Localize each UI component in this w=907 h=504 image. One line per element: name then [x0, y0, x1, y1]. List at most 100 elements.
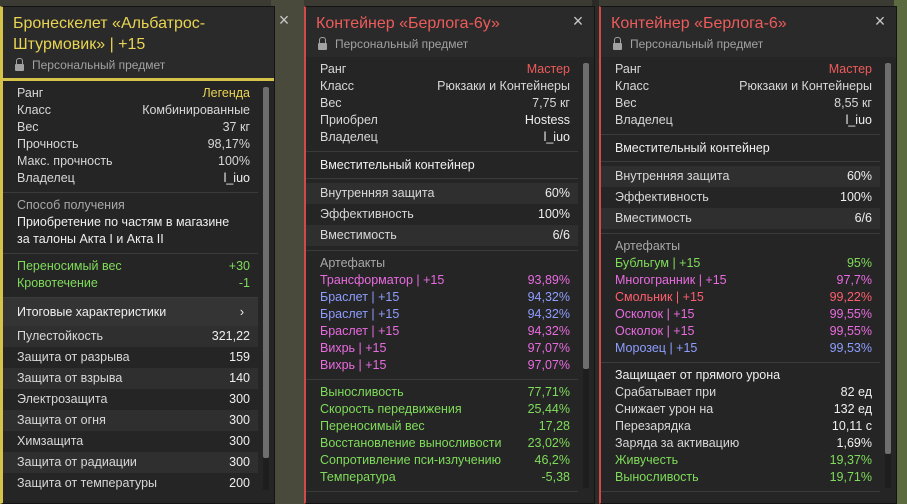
scroll-thumb[interactable] — [263, 87, 269, 458]
close-icon[interactable]: × — [872, 12, 888, 30]
artifact-row: Браслет | +15 94,32% — [306, 323, 578, 340]
container6-title: Контейнер «Берлога-6» — [611, 15, 787, 32]
stat-label: Защита от температуры — [17, 476, 158, 490]
protect-label: Заряда за активацию — [615, 436, 740, 450]
bonus-label: Выносливость — [320, 385, 404, 399]
container6u-info-section: Ранг Мастер Класс Рюкзаки и Контейнеры Вес 7,… — [306, 57, 578, 152]
container-value: 60% — [544, 186, 570, 200]
container-row: Эффективность 100% — [601, 187, 880, 208]
stat-row: Защита от разрыва 159 — [3, 347, 258, 368]
effect-value: -1 — [238, 276, 250, 290]
artifact-value: 99,22% — [829, 290, 872, 304]
info-label: Класс — [320, 79, 355, 93]
artifact-label: Бубльгум | +15 — [615, 256, 701, 270]
container6-scrollbar[interactable] — [885, 63, 891, 488]
bonus-row: Температура -5,38 — [306, 469, 578, 486]
stat-row: Защита от огня 300 — [3, 410, 258, 431]
info-label: Макс. прочность — [17, 154, 113, 168]
stat-label: Электрозащита — [17, 392, 108, 406]
info-row: Вес 7,75 кг — [306, 95, 578, 112]
lock-icon — [318, 36, 327, 50]
stat-label: Защита от радиации — [17, 455, 137, 469]
close-icon[interactable]: × — [570, 12, 586, 30]
container-value: 6/6 — [854, 211, 872, 225]
info-label: Вес — [320, 96, 342, 110]
info-value: Мастер — [526, 62, 570, 76]
container-label: Внутренняя защита — [615, 169, 730, 183]
effect-label: Переносимый вес — [17, 259, 122, 273]
info-label: Владелец — [320, 130, 378, 144]
lock-icon — [15, 57, 24, 71]
stat-row: Пулестойкость 321,22 — [3, 326, 258, 347]
effect-label: Кровотечение — [17, 276, 98, 290]
bonus-label: Температура — [320, 470, 396, 484]
container6u-scrollbar[interactable] — [583, 63, 589, 488]
stat-value: 159 — [229, 350, 250, 364]
artifact-value: 99,53% — [829, 341, 872, 355]
info-label: Прочность — [17, 137, 79, 151]
stat-value: 300 — [229, 413, 250, 427]
summary-characteristics-button[interactable]: Итоговые характеристики › — [3, 298, 258, 326]
protect-row: Срабатывает при 82 ед — [601, 384, 880, 401]
container6-header: Контейнер «Берлога-6» Персональный предм… — [601, 7, 896, 57]
bonus-row: Скорость передвижения 25,44% — [306, 401, 578, 418]
info-value: Мастер — [828, 62, 872, 76]
container-value: 100% — [840, 190, 872, 204]
stat-value: 200 — [229, 476, 250, 490]
close-icon[interactable]: × — [276, 11, 292, 29]
container6-artifacts: Артефакты Бубльгум | +15 95% Многогранник … — [601, 234, 880, 363]
armor-tooltip-panel: Бронескелет «Альбатрос-Штурмовик» | +15 … — [0, 6, 275, 504]
info-label: Вес — [615, 96, 637, 110]
info-value: 7,75 кг — [532, 96, 570, 110]
info-value: Рюкзаки и Контейнеры — [739, 79, 872, 93]
info-row: Ранг Мастер — [306, 61, 578, 78]
armor-info-section: Ранг Легенда Класс Комбинированные Вес 37 кг П… — [3, 81, 258, 193]
artifact-row: Многогранник | +15 97,7% — [601, 272, 880, 289]
artifact-row: Морозец | +15 99,53% — [601, 340, 880, 357]
personal-item-label: Персональный предмет — [316, 36, 568, 51]
stat-label: Защита от взрыва — [17, 371, 123, 385]
info-label: Владелец — [17, 171, 75, 185]
artifact-row: Браслет | +15 94,32% — [306, 306, 578, 323]
container6-tooltip-panel: Контейнер «Берлога-6» Персональный предм… — [599, 6, 897, 504]
info-row: Вес 8,55 кг — [601, 95, 880, 112]
info-row: Прочность 98,17% — [3, 136, 258, 153]
protect-label: Снижает урон на — [615, 402, 714, 416]
bonus-label: Сопротивление пси-излучению — [320, 453, 501, 467]
bonus-label: Восстановление выносливости — [320, 436, 502, 450]
container-row: Внутренняя защита 60% — [306, 183, 578, 204]
protect-label: Перезарядка — [615, 419, 691, 433]
protect-row: Перезарядка 10,11 с — [601, 418, 880, 435]
effect-value: +30 — [228, 259, 250, 273]
container-row: Эффективность 100% — [306, 204, 578, 225]
container6-protect: Защищает от прямого урона Срабатывает пр… — [601, 363, 880, 492]
info-value: 8,55 кг — [834, 96, 872, 110]
artifact-value: 95% — [846, 256, 872, 270]
artifact-value: 97,07% — [527, 341, 570, 355]
info-label: Класс — [17, 103, 52, 117]
info-value: Комбинированные — [142, 103, 250, 117]
container6-info-section: Ранг Мастер Класс Рюкзаки и Контейнеры Вес 8,… — [601, 57, 880, 135]
scroll-thumb[interactable] — [583, 63, 589, 369]
bonus-row: Переносимый вес 17,28 — [306, 418, 578, 435]
container6u-header: Контейнер «Берлога-6у» Персональный пред… — [306, 7, 594, 57]
artifact-value: 97,07% — [527, 358, 570, 372]
artifact-row: Осколок | +15 99,55% — [601, 323, 880, 340]
container6u-artifacts: Артефакты Трансформатор | +15 93,89% Брасл… — [306, 251, 578, 380]
bonus-value: 46,2% — [534, 453, 570, 467]
artifact-value: 94,32% — [527, 290, 570, 304]
stat-row: Защита от радиации 300 — [3, 452, 258, 473]
artifact-label: Вихрь | +15 — [320, 341, 387, 355]
scroll-thumb[interactable] — [885, 63, 891, 454]
info-label: Ранг — [320, 62, 347, 76]
container-label: Вместимость — [615, 211, 692, 225]
artifact-label: Трансформатор | +15 — [320, 273, 445, 287]
protect-label: Выносливость — [615, 470, 699, 484]
armor-scrollbar[interactable] — [263, 87, 269, 490]
personal-item-label: Персональный предмет — [611, 36, 870, 51]
container6u-bonuses: Выносливость 77,71% Скорость передвижения 2… — [306, 380, 578, 492]
stat-value: 300 — [229, 434, 250, 448]
protect-row: Живучесть 19,37% — [601, 452, 880, 469]
stat-value: 321,22 — [211, 329, 250, 343]
artifact-row: Бубльгум | +15 95% — [601, 255, 880, 272]
